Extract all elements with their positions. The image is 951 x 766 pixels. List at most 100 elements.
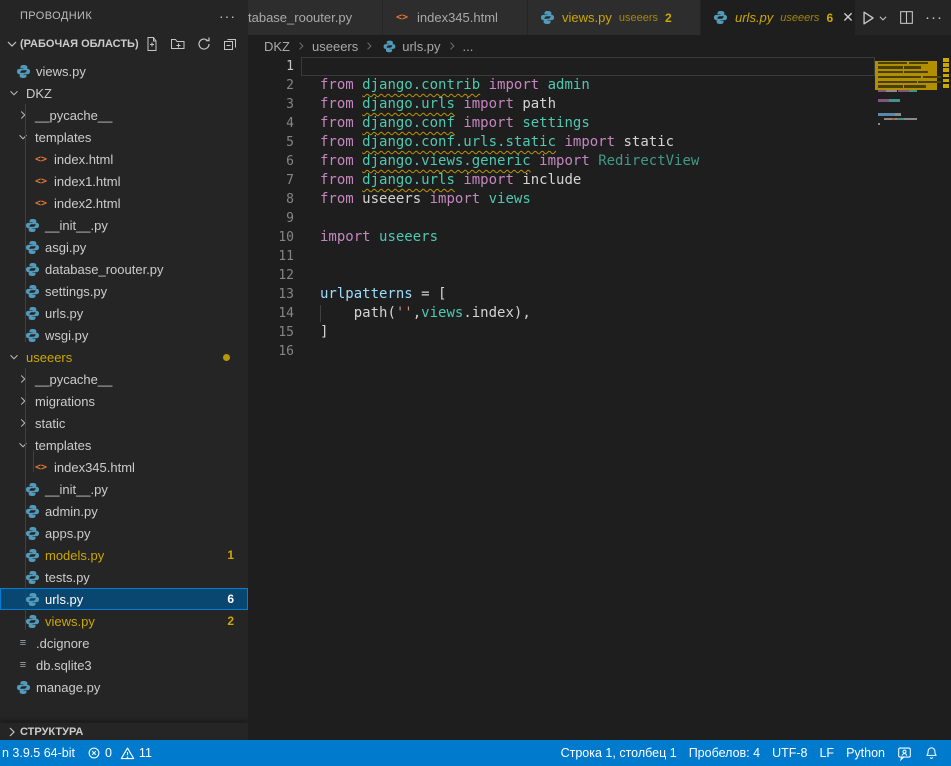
tab-index345.html[interactable]: <>index345.html — [383, 0, 528, 35]
minimap[interactable] — [875, 57, 941, 740]
code-line-3[interactable]: 3from django.urls import path — [248, 95, 875, 114]
tree-item-urls.py[interactable]: urls.py6 — [0, 588, 248, 610]
tree-item-db.sqlite3[interactable]: ≡db.sqlite3 — [0, 654, 248, 676]
explorer-more-actions-icon[interactable]: ··· — [219, 8, 236, 24]
run-python-file-button[interactable] — [856, 6, 891, 30]
line-number[interactable]: 5 — [248, 133, 310, 152]
tree-item-migrations[interactable]: migrations — [0, 390, 248, 412]
breadcrumb-item-...[interactable]: ... — [463, 39, 474, 54]
tab-views.py[interactable]: views.pyuseeers2 — [528, 0, 701, 35]
collapse-all-icon[interactable] — [220, 34, 240, 54]
notifications-bell-icon[interactable] — [918, 740, 945, 766]
tree-item-apps.py[interactable]: apps.py — [0, 522, 248, 544]
line-number[interactable]: 14 — [248, 304, 310, 323]
code-line-8[interactable]: 8from useeers import views — [248, 190, 875, 209]
language-mode-segment[interactable]: Python — [840, 740, 891, 766]
code-editor[interactable]: 12from django.contrib import admin3from … — [248, 57, 875, 740]
code-line-1[interactable]: 1 — [248, 57, 875, 76]
code-line-10[interactable]: 10import useeers — [248, 228, 875, 247]
line-number[interactable]: 12 — [248, 266, 310, 285]
status-bar-right: Строка 1, столбец 1 Пробелов: 4 UTF-8 LF… — [555, 740, 951, 766]
line-number[interactable]: 4 — [248, 114, 310, 133]
breadcrumb-item-urls.py[interactable]: urls.py — [380, 39, 440, 54]
refresh-icon[interactable] — [194, 34, 214, 54]
tree-item-index345.html[interactable]: <>index345.html — [0, 456, 248, 478]
indentation-segment[interactable]: Пробелов: 4 — [683, 740, 766, 766]
tree-item-templates[interactable]: templates — [0, 126, 248, 148]
tree-item-label: db.sqlite3 — [36, 658, 92, 673]
tree-item-asgi.py[interactable]: asgi.py — [0, 236, 248, 258]
line-number[interactable]: 6 — [248, 152, 310, 171]
split-editor-icon[interactable] — [895, 6, 918, 30]
code-line-16[interactable]: 16 — [248, 342, 875, 361]
line-number[interactable]: 13 — [248, 285, 310, 304]
line-number[interactable]: 10 — [248, 228, 310, 247]
tree-item-index2.html[interactable]: <>index2.html — [0, 192, 248, 214]
tab-urls.py[interactable]: urls.pyuseeers6✕ — [701, 0, 856, 35]
line-number[interactable]: 1 — [248, 57, 310, 76]
tree-item-index.html[interactable]: <>index.html — [0, 148, 248, 170]
tree-item-manage.py[interactable]: manage.py — [0, 676, 248, 698]
line-number[interactable]: 3 — [248, 95, 310, 114]
tree-item-admin.py[interactable]: admin.py — [0, 500, 248, 522]
breadcrumb-item-DKZ[interactable]: DKZ — [264, 39, 290, 54]
ruler-warning-mark — [943, 58, 949, 62]
tree-item-database_roouter.py[interactable]: database_roouter.py — [0, 258, 248, 280]
tree-item-__init__.py[interactable]: __init__.py — [0, 478, 248, 500]
new-folder-icon[interactable] — [168, 34, 188, 54]
tree-item-templates[interactable]: templates — [0, 434, 248, 456]
tree-item-views.py[interactable]: views.py — [0, 60, 248, 82]
tree-item-.dcignore[interactable]: ≡.dcignore — [0, 632, 248, 654]
line-number[interactable]: 2 — [248, 76, 310, 95]
code-line-content: path('',views.index), — [320, 304, 531, 323]
tree-item-__pycache__[interactable]: __pycache__ — [0, 368, 248, 390]
tree-item-settings.py[interactable]: settings.py — [0, 280, 248, 302]
code-line-5[interactable]: 5from django.conf.urls.static import sta… — [248, 133, 875, 152]
problems-segment[interactable]: 0 11 — [81, 740, 158, 766]
tree-item-__init__.py[interactable]: __init__.py — [0, 214, 248, 236]
line-number[interactable]: 11 — [248, 247, 310, 266]
code-line-15[interactable]: 15] — [248, 323, 875, 342]
line-number[interactable]: 16 — [248, 342, 310, 361]
line-number[interactable]: 7 — [248, 171, 310, 190]
tree-item-tests.py[interactable]: tests.py — [0, 566, 248, 588]
code-line-4[interactable]: 4from django.conf import settings — [248, 114, 875, 133]
overview-ruler-scrollbar[interactable] — [941, 57, 951, 740]
editor-actions: ··· — [856, 0, 951, 35]
line-number[interactable]: 15 — [248, 323, 310, 342]
code-line-2[interactable]: 2from django.contrib import admin — [248, 76, 875, 95]
code-line-9[interactable]: 9 — [248, 209, 875, 228]
more-actions-icon[interactable]: ··· — [922, 6, 946, 30]
tree-item-__pycache__[interactable]: __pycache__ — [0, 104, 248, 126]
code-line-7[interactable]: 7from django.urls import include — [248, 171, 875, 190]
tree-item-wsgi.py[interactable]: wsgi.py — [0, 324, 248, 346]
minimap-line — [878, 81, 941, 83]
python-interpreter-segment[interactable]: n 3.9.5 64-bit — [0, 740, 81, 766]
line-number[interactable]: 8 — [248, 190, 310, 209]
tab-description: useeers — [619, 12, 658, 24]
tree-item-urls.py[interactable]: urls.py — [0, 302, 248, 324]
code-line-12[interactable]: 12 — [248, 266, 875, 285]
code-line-14[interactable]: 14 path('',views.index), — [248, 304, 875, 323]
close-icon[interactable]: ✕ — [842, 9, 854, 27]
tab-tabase_roouter.py[interactable]: tabase_roouter.py — [248, 0, 383, 35]
workspace-section-header[interactable]: (РАБОЧАЯ ОБЛАСТЬ) ... — [0, 32, 248, 56]
line-number[interactable]: 9 — [248, 209, 310, 228]
eol-segment[interactable]: LF — [813, 740, 840, 766]
breadcrumb-item-useeers[interactable]: useeers — [312, 39, 358, 54]
tree-item-models.py[interactable]: models.py1 — [0, 544, 248, 566]
code-line-content: from django.views.generic import Redirec… — [320, 152, 699, 171]
tree-item-useeers[interactable]: useeers — [0, 346, 248, 368]
code-line-6[interactable]: 6 from django.views.generic import Redire… — [248, 152, 875, 171]
new-file-icon[interactable] — [142, 34, 162, 54]
outline-section-header[interactable]: СТРУКТУРА — [0, 722, 248, 740]
tree-item-DKZ[interactable]: DKZ — [0, 82, 248, 104]
tree-item-static[interactable]: static — [0, 412, 248, 434]
feedback-icon[interactable] — [891, 740, 918, 766]
code-line-13[interactable]: 13urlpatterns = [ — [248, 285, 875, 304]
tree-item-views.py[interactable]: views.py2 — [0, 610, 248, 632]
cursor-position-segment[interactable]: Строка 1, столбец 1 — [555, 740, 683, 766]
code-line-11[interactable]: 11 — [248, 247, 875, 266]
tree-item-index1.html[interactable]: <>index1.html — [0, 170, 248, 192]
encoding-segment[interactable]: UTF-8 — [766, 740, 813, 766]
